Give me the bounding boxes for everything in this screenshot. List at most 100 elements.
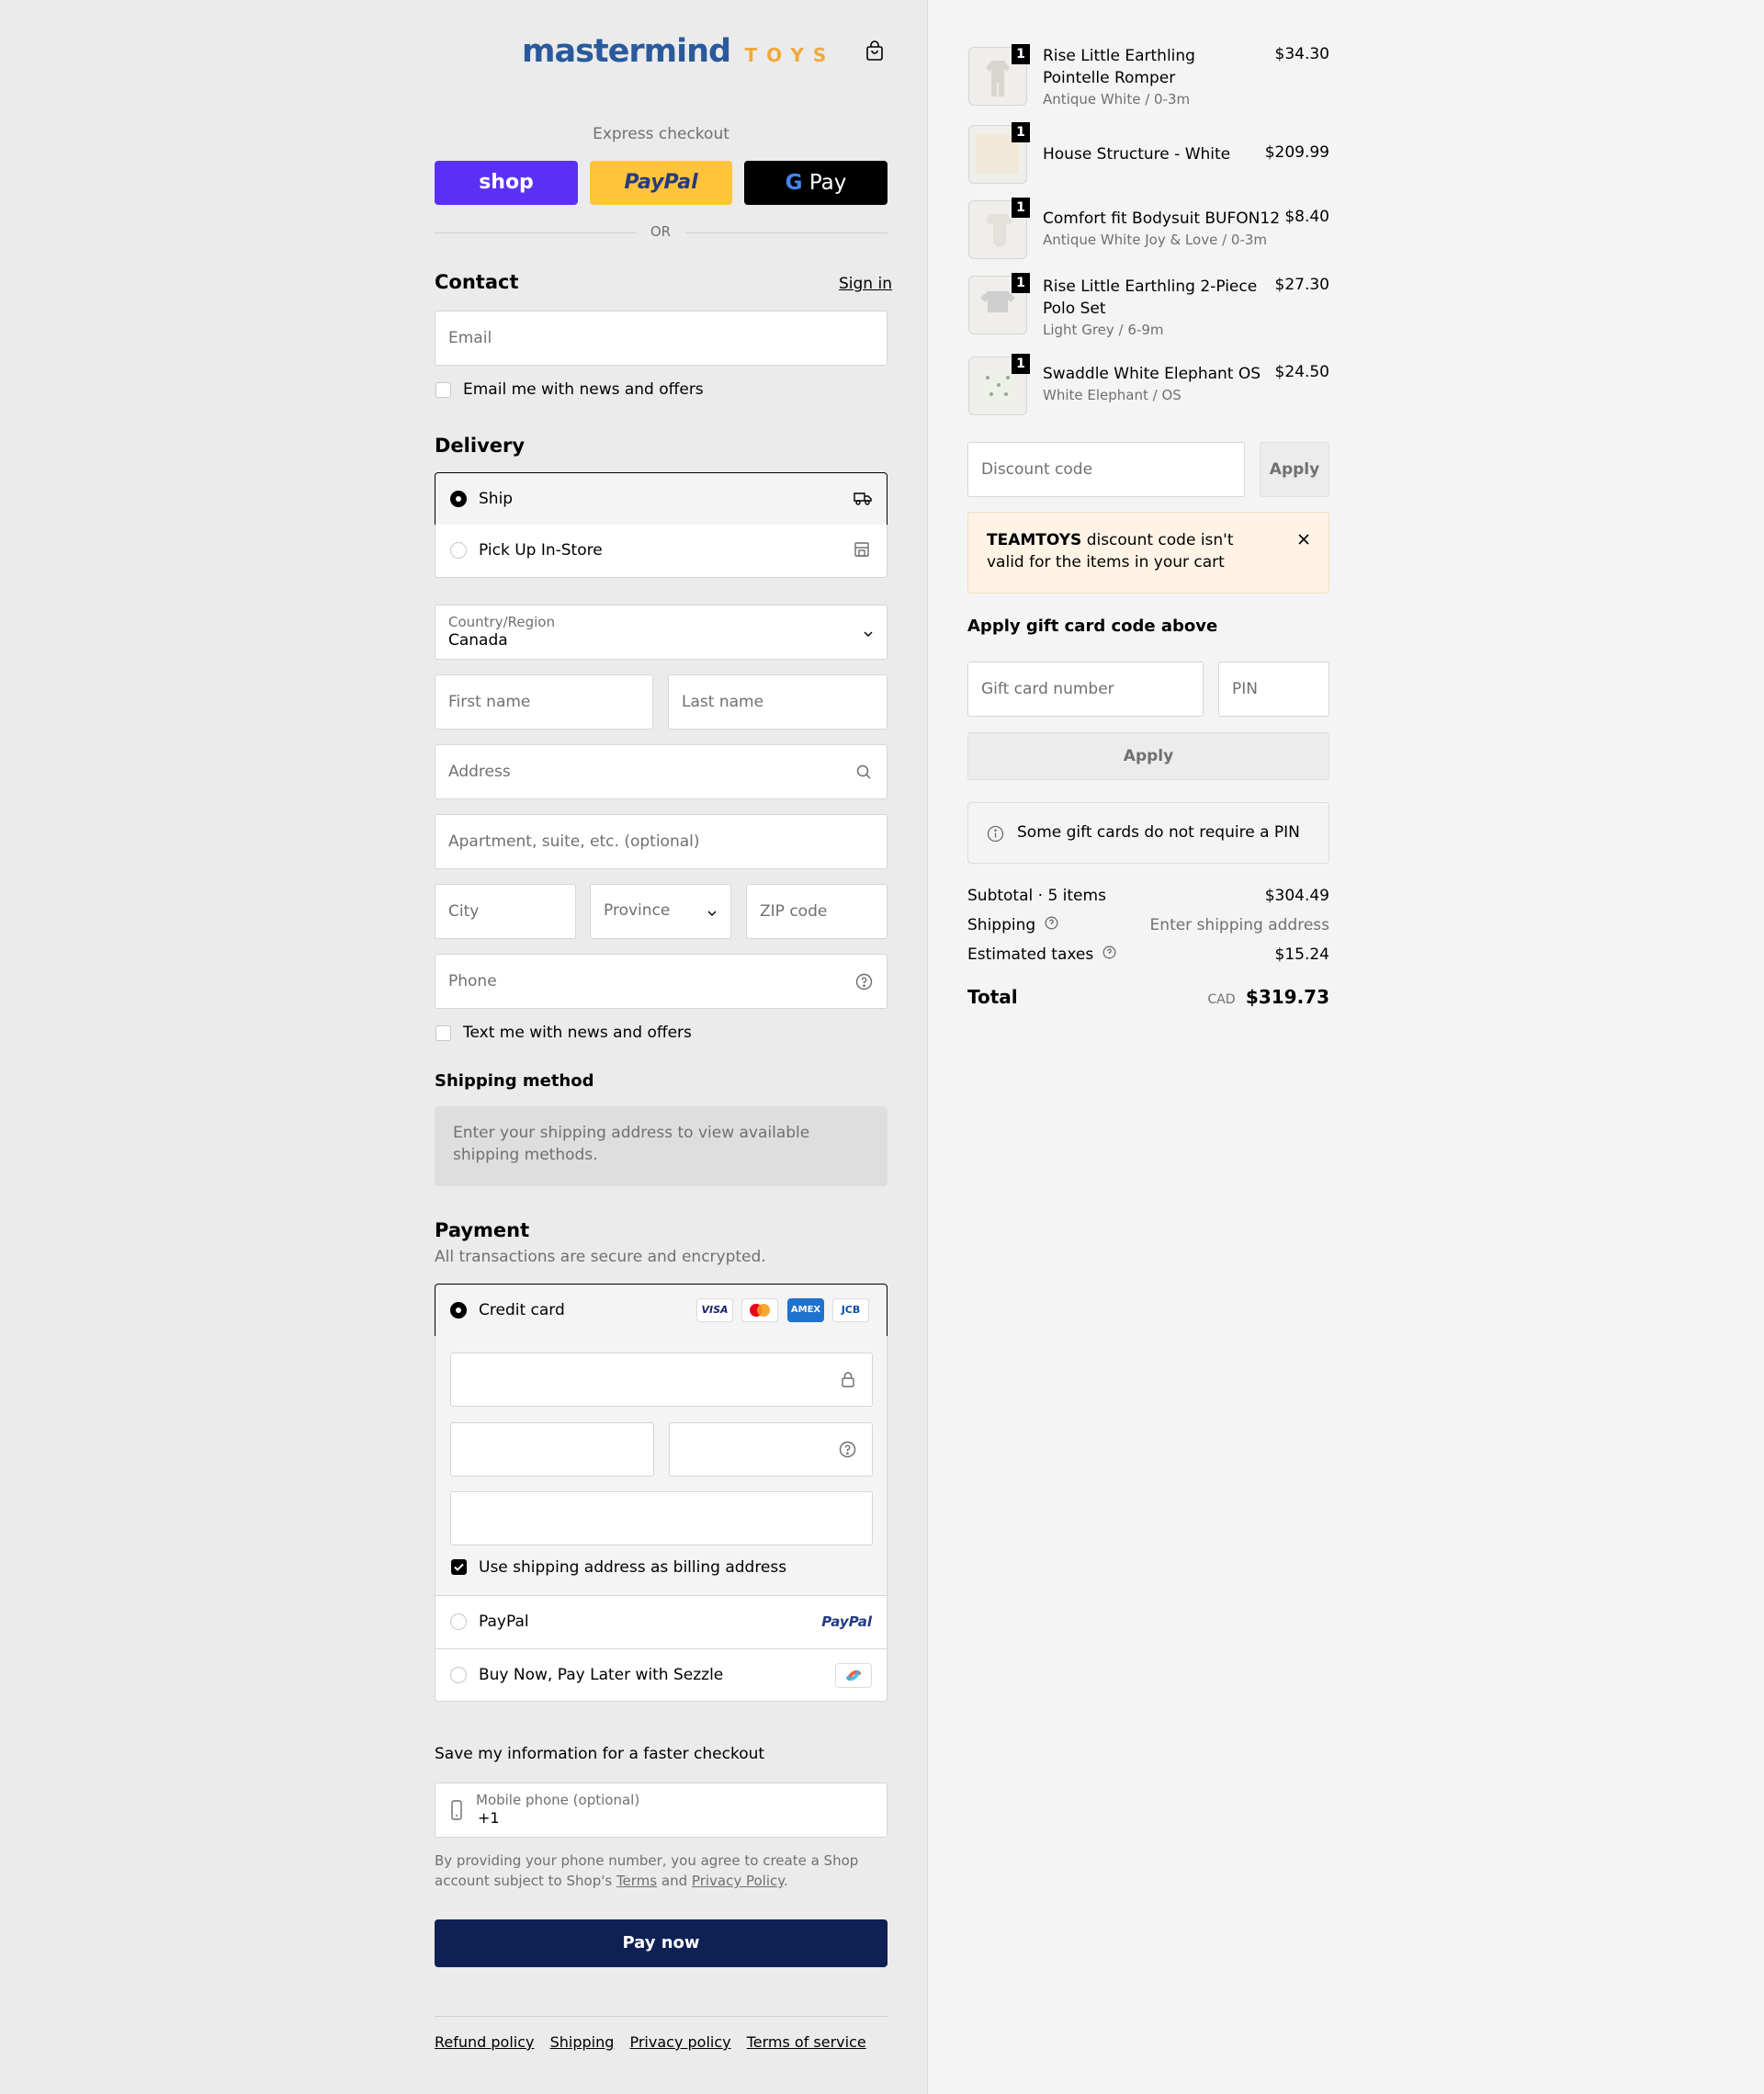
phone-field[interactable]: Phone xyxy=(435,954,888,1009)
quantity-badge: 1 xyxy=(1012,354,1030,374)
quantity-badge: 1 xyxy=(1012,122,1030,142)
delivery-option-ship[interactable]: Ship xyxy=(435,472,888,526)
product-image: 1 xyxy=(968,273,1030,334)
paypal-express-button[interactable]: PayPal xyxy=(590,161,732,205)
mobile-phone-field[interactable]: Mobile phone (optional) +1 xyxy=(435,1783,888,1838)
last-name-field[interactable]: Last name xyxy=(668,674,888,730)
ship-radio[interactable] xyxy=(450,491,467,507)
phone-placeholder: Phone xyxy=(448,972,497,990)
delivery-option-pickup[interactable]: Pick Up In-Store xyxy=(435,525,888,578)
terms-link[interactable]: Terms xyxy=(616,1873,657,1889)
truck-icon xyxy=(854,490,872,511)
shop-disclaimer: By providing your phone number, you agre… xyxy=(435,1851,888,1891)
city-field[interactable]: City xyxy=(435,884,576,939)
shop-pay-button[interactable]: shop xyxy=(435,161,578,205)
card-cvv-field[interactable] xyxy=(669,1422,873,1477)
address-field[interactable]: Address xyxy=(435,744,888,799)
card-expiry-field[interactable] xyxy=(450,1422,654,1477)
discount-code-field[interactable]: Discount code xyxy=(967,442,1245,497)
pay-now-label: Pay now xyxy=(622,1933,700,1953)
help-icon[interactable] xyxy=(1102,945,1116,964)
country-select[interactable]: Country/Region Canada xyxy=(435,605,888,660)
discount-apply-button[interactable]: Apply xyxy=(1260,442,1329,497)
brand-logo[interactable]: mastermind TOYS xyxy=(522,33,835,70)
footer-link-terms[interactable]: Terms of service xyxy=(747,2033,866,2051)
contact-title: Contact xyxy=(435,271,519,293)
sezzle-icon xyxy=(835,1663,872,1688)
pay-now-button[interactable]: Pay now xyxy=(435,1919,888,1967)
chevron-down-icon xyxy=(863,626,874,644)
express-checkout-title: Express checkout xyxy=(593,125,729,143)
billing-address-label: Use shipping address as billing address xyxy=(479,1558,787,1577)
google-g-icon: G xyxy=(785,171,803,195)
email-field[interactable]: Email xyxy=(435,311,888,366)
pickup-radio[interactable] xyxy=(450,542,467,559)
product-name: Rise Little Earthling 2-Piece Polo Set xyxy=(1043,277,1258,318)
and-text: and xyxy=(661,1873,688,1889)
gift-card-pin-field[interactable]: PIN xyxy=(1218,662,1329,717)
paypal-radio[interactable] xyxy=(450,1613,467,1630)
gift-card-apply-button[interactable]: Apply xyxy=(967,732,1329,780)
total-value: $319.73 xyxy=(1245,986,1329,1008)
footer-link-refund[interactable]: Refund policy xyxy=(435,2033,535,2051)
product-name: Swaddle White Elephant OS xyxy=(1043,365,1261,383)
footer-link-privacy[interactable]: Privacy policy xyxy=(629,2033,730,2051)
footer-link-shipping[interactable]: Shipping xyxy=(550,2033,615,2051)
google-pay-button[interactable]: G Pay xyxy=(744,161,888,205)
delivery-title: Delivery xyxy=(435,435,526,457)
credit-card-radio[interactable] xyxy=(450,1302,467,1319)
payment-option-sezzle[interactable]: Buy Now, Pay Later with Sezzle xyxy=(435,1648,888,1702)
product-price: $8.40 xyxy=(1284,208,1329,226)
jcb-icon: JCB xyxy=(832,1298,869,1322)
total-amount: CAD $319.73 xyxy=(1207,986,1329,1008)
country-label: Country/Region xyxy=(448,614,555,630)
payment-option-credit-card[interactable]: Credit card VISA AMEX JCB xyxy=(435,1284,888,1337)
help-icon[interactable] xyxy=(855,973,873,995)
info-icon xyxy=(987,825,1004,847)
quantity-badge: 1 xyxy=(1012,44,1030,64)
gift-card-number-placeholder: Gift card number xyxy=(981,680,1114,698)
paypal-express-label: PayPal xyxy=(624,171,698,194)
shipping-method-notice: Enter your shipping address to view avai… xyxy=(435,1106,888,1186)
payment-title: Payment xyxy=(435,1219,530,1241)
gift-card-number-field[interactable]: Gift card number xyxy=(967,662,1204,717)
email-newsletter-checkbox[interactable] xyxy=(435,382,451,398)
footer-links: Refund policy Shipping Privacy policy Te… xyxy=(435,2033,866,2051)
product-price: $209.99 xyxy=(1264,143,1329,162)
gift-card-apply-label: Apply xyxy=(1123,747,1174,765)
zip-placeholder: ZIP code xyxy=(760,902,828,921)
province-select[interactable]: Province xyxy=(590,884,731,939)
help-icon[interactable] xyxy=(839,1441,856,1463)
product-variant: Antique White / 0-3m xyxy=(1043,91,1191,108)
billing-address-checkbox[interactable] xyxy=(451,1559,467,1575)
period-text: . xyxy=(784,1873,788,1889)
shop-pay-label: shop xyxy=(479,171,534,194)
close-icon[interactable] xyxy=(1297,530,1310,552)
gift-card-info-box: Some gift cards do not require a PIN xyxy=(967,802,1329,864)
card-name-field[interactable] xyxy=(450,1491,873,1545)
sms-newsletter-checkbox[interactable] xyxy=(435,1025,451,1041)
card-number-field[interactable] xyxy=(450,1353,873,1407)
gift-card-title: Apply gift card code above xyxy=(967,617,1218,636)
address-placeholder: Address xyxy=(448,763,511,781)
first-name-field[interactable]: First name xyxy=(435,674,653,730)
ship-label: Ship xyxy=(479,490,514,508)
product-price: $24.50 xyxy=(1274,363,1329,381)
product-image: 1 xyxy=(968,44,1030,106)
product-variant: Light Grey / 6-9m xyxy=(1043,322,1164,338)
last-name-placeholder: Last name xyxy=(682,693,764,711)
zip-field[interactable]: ZIP code xyxy=(746,884,888,939)
shopping-bag-icon[interactable] xyxy=(864,40,886,62)
subtotal-label: Subtotal · 5 items xyxy=(967,887,1106,905)
privacy-link[interactable]: Privacy Policy xyxy=(692,1873,784,1889)
help-icon[interactable] xyxy=(1045,916,1058,934)
first-name-placeholder: First name xyxy=(448,693,531,711)
apartment-field[interactable]: Apartment, suite, etc. (optional) xyxy=(435,814,888,869)
gift-card-info-text: Some gift cards do not require a PIN xyxy=(1017,823,1300,842)
visa-icon: VISA xyxy=(696,1298,733,1322)
google-pay-label: Pay xyxy=(808,171,847,195)
credit-card-form: Use shipping address as billing address xyxy=(435,1336,888,1596)
sezzle-radio[interactable] xyxy=(450,1667,467,1683)
sign-in-link[interactable]: Sign in xyxy=(839,275,892,293)
payment-option-paypal[interactable]: PayPal PayPal xyxy=(435,1596,888,1649)
